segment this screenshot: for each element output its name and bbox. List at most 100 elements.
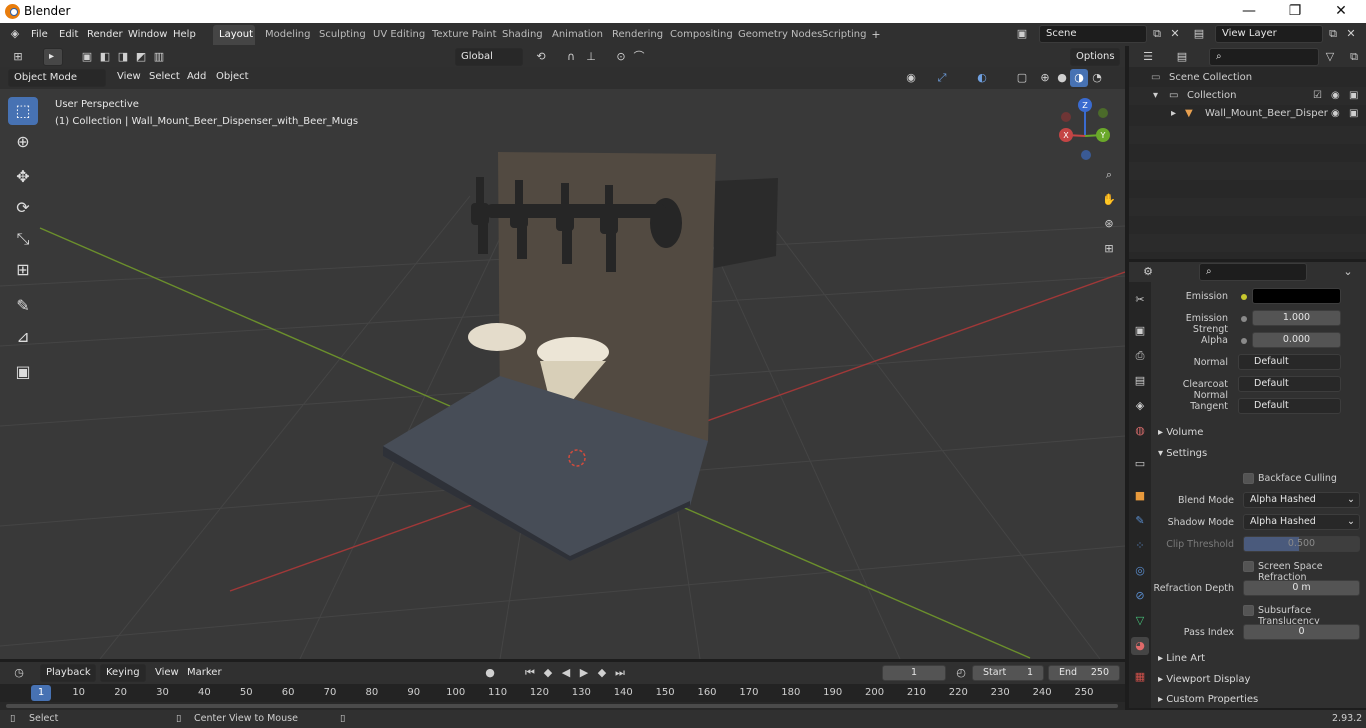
tab-compositing[interactable]: Compositing bbox=[664, 25, 739, 45]
pivot-icon[interactable]: ⟲ bbox=[532, 48, 550, 66]
scene-tab-icon[interactable]: ◈ bbox=[1131, 397, 1149, 415]
viewport-menu-object[interactable]: Object bbox=[211, 68, 254, 85]
play-icon[interactable]: ▶ bbox=[575, 664, 593, 682]
falloff-icon[interactable]: ⌒ bbox=[630, 48, 648, 66]
perspective-toggle-icon[interactable]: ⊞ bbox=[1100, 240, 1118, 258]
next-keyframe-icon[interactable]: ◆ bbox=[593, 664, 611, 682]
camera-icon[interactable]: ▣ bbox=[1349, 87, 1358, 105]
tab-rendering[interactable]: Rendering bbox=[606, 25, 669, 45]
menu-help[interactable]: Help bbox=[168, 26, 201, 43]
pass-index-field[interactable]: 0 bbox=[1243, 624, 1360, 640]
mode-new-icon[interactable]: ▣ bbox=[78, 48, 96, 66]
volume-panel-header[interactable]: ▸ Volume bbox=[1158, 423, 1203, 443]
menu-file[interactable]: File bbox=[26, 26, 53, 43]
menu-edit[interactable]: Edit bbox=[54, 26, 83, 43]
orientation-dropdown[interactable]: Global bbox=[455, 48, 523, 66]
viewport-menu-add[interactable]: Add bbox=[182, 68, 211, 85]
camera-view-icon[interactable]: ⊛ bbox=[1100, 215, 1118, 233]
tool-tab-icon[interactable]: ✂ bbox=[1131, 291, 1149, 309]
expand-icon[interactable]: ▾ bbox=[1153, 87, 1158, 105]
jump-start-icon[interactable]: ⏮ bbox=[521, 664, 539, 682]
constraints-tab-icon[interactable]: ⊘ bbox=[1131, 587, 1149, 605]
blender-menu-icon[interactable]: ◈ bbox=[6, 25, 24, 43]
blend-mode-dropdown[interactable]: Alpha Hashed ⌄ bbox=[1243, 492, 1360, 508]
delete-scene-icon[interactable]: ✕ bbox=[1166, 25, 1184, 43]
mode-intersect-icon[interactable]: ▥ bbox=[150, 48, 168, 66]
scene-icon[interactable]: ▣ bbox=[1013, 25, 1031, 43]
display-mode-icon[interactable]: ▤ bbox=[1173, 48, 1191, 66]
tab-texture-paint[interactable]: Texture Paint bbox=[426, 25, 503, 45]
timeline-body[interactable] bbox=[0, 702, 1125, 710]
mode-extend-icon[interactable]: ◧ bbox=[96, 48, 114, 66]
zoom-icon[interactable]: ⌕ bbox=[1100, 166, 1118, 184]
rendered-shading-icon[interactable]: ◔ bbox=[1088, 69, 1106, 87]
new-collection-icon[interactable]: ⧉ bbox=[1345, 48, 1363, 66]
prev-keyframe-icon[interactable]: ◆ bbox=[539, 664, 557, 682]
playback-dropdown[interactable]: Playback bbox=[40, 664, 96, 682]
view-layer-field[interactable]: View Layer bbox=[1215, 25, 1323, 43]
expand-icon[interactable]: ▸ bbox=[1171, 105, 1176, 123]
normal-field[interactable]: Default bbox=[1238, 354, 1341, 370]
keying-dropdown[interactable]: Keying bbox=[100, 664, 146, 682]
properties-editor-icon[interactable]: ⚙ bbox=[1139, 263, 1157, 281]
outliner-search[interactable]: ⌕ bbox=[1209, 48, 1319, 66]
texture-tab-icon[interactable]: ▦ bbox=[1131, 668, 1149, 686]
timeline-ruler[interactable]: 1 10 20 30 40 50 60 70 80 90 100 110 120 130 140 150 160… bbox=[0, 684, 1125, 702]
delete-view-layer-icon[interactable]: ✕ bbox=[1342, 25, 1360, 43]
3d-viewport[interactable]: Z Y X bbox=[0, 46, 1125, 659]
overlay-toggle-icon[interactable]: ◐ bbox=[973, 69, 991, 87]
snap-target-icon[interactable]: ⊥ bbox=[582, 48, 600, 66]
collection-tab-icon[interactable]: ▭ bbox=[1131, 455, 1149, 473]
object-tab-icon[interactable]: ■ bbox=[1131, 487, 1149, 505]
tab-layout[interactable]: Layout bbox=[213, 25, 255, 45]
mode-dropdown[interactable]: Object Mode bbox=[8, 69, 106, 87]
outliner-row-scene-collection[interactable]: ▭ Scene Collection bbox=[1129, 69, 1366, 87]
select-tool-icon[interactable]: ▸ bbox=[43, 48, 63, 66]
timeline-scrollbar[interactable] bbox=[6, 704, 1118, 708]
current-frame-field[interactable]: 1 bbox=[882, 665, 946, 681]
options-dropdown[interactable]: Options bbox=[1070, 48, 1120, 66]
menu-render[interactable]: Render bbox=[82, 26, 128, 43]
scale-tool[interactable]: ⤡ bbox=[8, 225, 38, 253]
viewport-menu-select[interactable]: Select bbox=[144, 68, 185, 85]
shadow-mode-dropdown[interactable]: Alpha Hashed ⌄ bbox=[1243, 514, 1360, 530]
tab-sculpting[interactable]: Sculpting bbox=[313, 25, 372, 45]
eye-icon[interactable]: ◉ bbox=[1331, 87, 1340, 105]
mode-difference-icon[interactable]: ◩ bbox=[132, 48, 150, 66]
line-art-panel-header[interactable]: ▸ Line Art bbox=[1158, 649, 1205, 669]
view-layer-tab-icon[interactable]: ▤ bbox=[1131, 372, 1149, 390]
modifier-tab-icon[interactable]: ✎ bbox=[1131, 512, 1149, 530]
clearcoat-normal-field[interactable]: Default bbox=[1238, 376, 1341, 392]
alpha-field[interactable]: 0.000 bbox=[1252, 332, 1341, 348]
move-tool[interactable]: ✥ bbox=[8, 163, 38, 191]
checkbox-icon[interactable]: ☑ bbox=[1313, 87, 1322, 105]
filter-icon[interactable]: ▽ bbox=[1321, 48, 1339, 66]
editor-type-icon[interactable]: ⊞ bbox=[9, 48, 27, 66]
tab-scripting[interactable]: Scripting bbox=[816, 25, 872, 45]
viewport-menu-view[interactable]: View bbox=[112, 68, 146, 85]
tab-geometry-nodes[interactable]: Geometry Nodes bbox=[732, 25, 828, 45]
gizmo-toggle-icon[interactable]: ⤢ bbox=[933, 69, 951, 87]
viewport-display-panel-header[interactable]: ▸ Viewport Display bbox=[1158, 670, 1250, 690]
output-tab-icon[interactable]: ⎙ bbox=[1131, 347, 1149, 365]
add-cube-tool[interactable]: ▣ bbox=[8, 358, 38, 386]
new-scene-icon[interactable]: ⧉ bbox=[1148, 25, 1166, 43]
solid-shading-icon[interactable]: ● bbox=[1053, 69, 1071, 87]
proportional-edit-icon[interactable]: ⊙ bbox=[612, 48, 630, 66]
jump-end-icon[interactable]: ⏭ bbox=[611, 664, 629, 682]
physics-tab-icon[interactable]: ◎ bbox=[1131, 562, 1149, 580]
record-icon[interactable]: ● bbox=[481, 664, 499, 682]
outliner-row-object[interactable]: ▸ ▼ Wall_Mount_Beer_Disper ◉ ▣ bbox=[1129, 105, 1366, 123]
close-button[interactable]: ✕ bbox=[1318, 0, 1364, 23]
outliner-row-collection[interactable]: ▾ ▭ Collection ☑ ◉ ▣ bbox=[1129, 87, 1366, 105]
add-workspace-icon[interactable]: + bbox=[867, 26, 885, 44]
annotate-tool[interactable]: ✎ bbox=[8, 292, 38, 320]
render-tab-icon[interactable]: ▣ bbox=[1131, 322, 1149, 340]
measure-tool[interactable]: ⊿ bbox=[8, 323, 38, 351]
timeline-menu-marker[interactable]: Marker bbox=[182, 664, 227, 681]
clip-threshold-slider[interactable]: 0.500 bbox=[1243, 536, 1360, 552]
wireframe-shading-icon[interactable]: ⊕ bbox=[1036, 69, 1054, 87]
maximize-button[interactable]: ❐ bbox=[1272, 0, 1318, 23]
refraction-depth-field[interactable]: 0 m bbox=[1243, 580, 1360, 596]
ssr-checkbox[interactable] bbox=[1243, 561, 1254, 572]
